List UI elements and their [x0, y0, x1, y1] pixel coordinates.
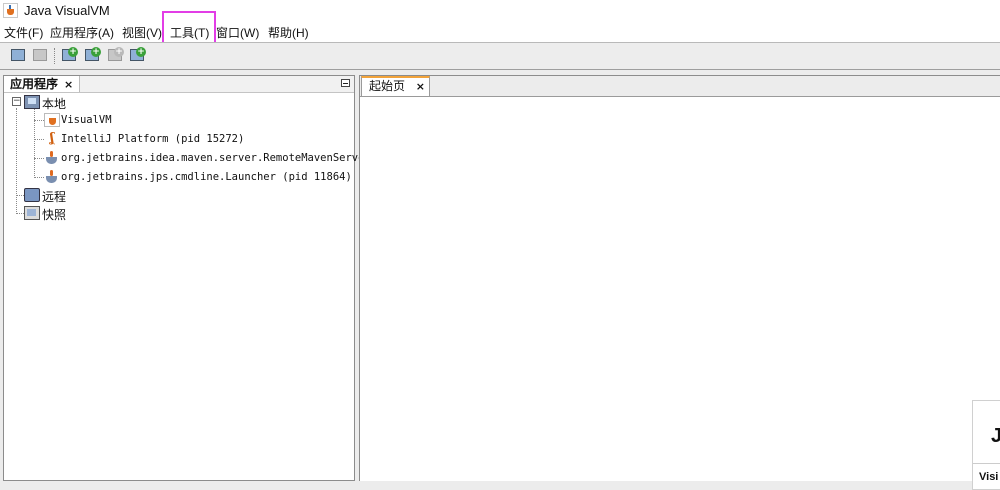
tree-connector — [34, 158, 44, 159]
save-icon[interactable] — [31, 46, 49, 64]
tree-node-local[interactable]: 本地 — [42, 95, 66, 112]
tree-connector — [16, 108, 17, 212]
remote-host-icon — [24, 188, 40, 202]
tree-node-maven-server[interactable]: org.jetbrains.idea.maven.server.RemoteMa… — [61, 152, 377, 164]
tab-start-page[interactable]: 起始页 × — [361, 76, 430, 96]
toolbar: + + + + — [0, 42, 1000, 70]
tree-connector — [34, 177, 44, 178]
java-process-icon — [44, 170, 60, 184]
window-title: Java VisualVM — [24, 3, 110, 18]
minimize-icon[interactable] — [341, 79, 350, 87]
menu-window[interactable]: 窗口(W) — [216, 24, 259, 41]
start-card-letter: J — [991, 425, 1000, 447]
local-host-icon — [24, 95, 40, 109]
menu-view[interactable]: 视图(V) — [122, 24, 162, 41]
applications-panel: 应用程序 × − 本地 VisualVM ʆ IntelliJ Platform … — [3, 75, 377, 481]
menu-tools[interactable]: 工具(T) — [170, 24, 209, 41]
start-page-card: J Visi — [972, 400, 1000, 490]
start-card-divider — [973, 463, 1000, 464]
tree-node-snapshots[interactable]: 快照 — [42, 206, 66, 223]
collapse-local-icon[interactable]: − — [12, 97, 21, 106]
tree-node-visualvm[interactable]: VisualVM — [61, 114, 112, 126]
thread-dump-icon[interactable]: + — [83, 46, 101, 64]
editor-area: 起始页 × J Visi — [359, 75, 1000, 490]
tree-node-remote[interactable]: 远程 — [42, 188, 66, 205]
java-process-icon — [44, 151, 60, 165]
start-card-caption: Visi — [979, 471, 999, 483]
menu-file[interactable]: 文件(F) — [4, 24, 43, 41]
applications-tab-label: 应用程序 — [10, 77, 59, 91]
intellij-icon: ʆ — [49, 131, 55, 146]
add-jmx-connection-icon[interactable]: + — [60, 46, 78, 64]
applications-tab[interactable]: 应用程序 × — [4, 76, 81, 93]
close-icon[interactable]: × — [416, 78, 425, 95]
snapshot-icon — [24, 206, 40, 220]
menu-applications[interactable]: 应用程序(A) — [50, 24, 114, 41]
visualvm-icon — [44, 113, 60, 127]
menu-help[interactable]: 帮助(H) — [268, 24, 309, 41]
heap-dump-icon[interactable]: + — [106, 46, 124, 64]
tree-node-intellij[interactable]: IntelliJ Platform (pid 15272) — [61, 133, 244, 145]
add-remote-host-icon[interactable]: + — [128, 46, 146, 64]
tab-start-page-label: 起始页 — [369, 79, 406, 93]
editor-tab-strip: 起始页 × — [360, 76, 1000, 97]
load-snapshot-icon[interactable] — [9, 46, 27, 64]
tree-node-jps-launcher[interactable]: org.jetbrains.jps.cmdline.Launcher (pid … — [61, 171, 352, 183]
tree-connector — [34, 120, 44, 121]
applications-panel-header: 应用程序 × — [4, 76, 354, 93]
toolbar-separator — [54, 48, 56, 64]
tree-connector — [34, 108, 35, 178]
tree-connector — [16, 213, 24, 214]
title-bar: Java VisualVM — [0, 0, 1000, 22]
close-icon[interactable]: × — [64, 77, 73, 93]
menu-bar: 文件(F) 应用程序(A) 视图(V) 工具(T) 窗口(W) 帮助(H) — [0, 22, 1000, 42]
tree-connector — [34, 139, 44, 140]
visualvm-app-icon — [3, 3, 18, 18]
tree-connector — [16, 195, 24, 196]
